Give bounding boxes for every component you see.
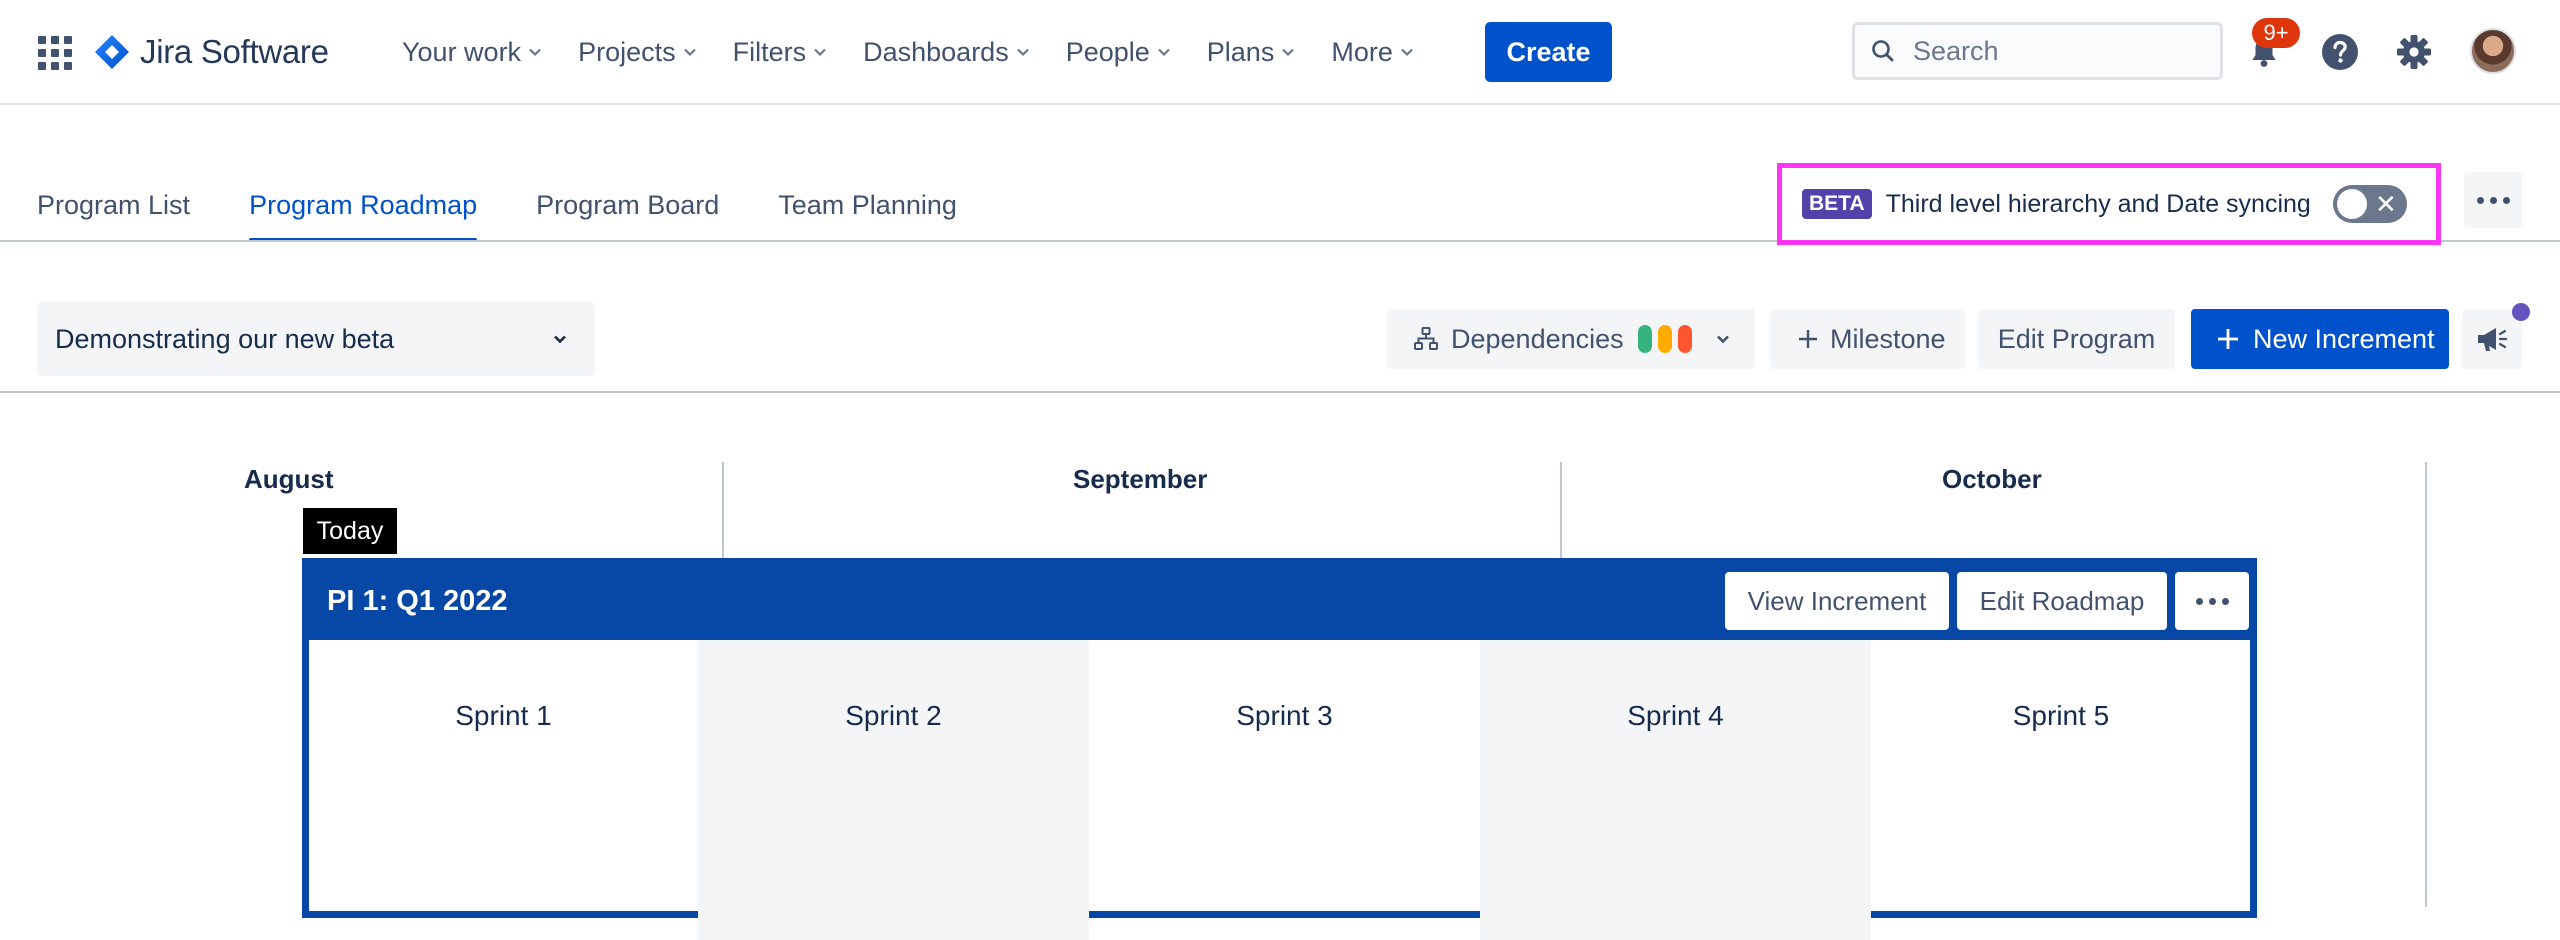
program-increment: Sprint 1 Sprint 2 Sprint 3 Sprint 4 Spri… bbox=[302, 558, 2257, 940]
settings-button[interactable] bbox=[2392, 30, 2436, 74]
gear-icon bbox=[2397, 35, 2431, 69]
nav-label: Plans bbox=[1206, 36, 1275, 67]
month-october: October bbox=[1942, 464, 2042, 494]
sprint-label: Sprint 4 bbox=[1627, 700, 1724, 731]
program-selector[interactable]: Demonstrating our new beta bbox=[37, 302, 595, 376]
sprint-column: Sprint 1 bbox=[309, 640, 698, 940]
beta-feature-label: Third level hierarchy and Date syncing bbox=[1885, 189, 2311, 218]
plus-icon bbox=[1799, 330, 1817, 348]
product-name: Jira Software bbox=[140, 33, 329, 70]
month-august: August bbox=[244, 464, 334, 494]
nav-people[interactable]: People bbox=[1066, 37, 1171, 68]
edit-program-button[interactable]: Edit Program bbox=[1978, 309, 2175, 369]
toggle-knob bbox=[2336, 189, 2367, 219]
dependencies-button[interactable]: Dependencies bbox=[1387, 309, 1755, 369]
primary-nav: Your work Projects Filters Dashboards Pe… bbox=[402, 30, 1450, 74]
sprint-column: Sprint 2 bbox=[698, 640, 1089, 940]
beta-feature-highlight: BETA Third level hierarchy and Date sync… bbox=[1777, 163, 2441, 245]
nav-label: Filters bbox=[732, 36, 807, 67]
chevron-down-icon bbox=[1016, 48, 1029, 57]
announcement-unread-dot bbox=[2512, 303, 2530, 321]
top-navigation: Jira Software Your work Projects Filters… bbox=[0, 0, 2560, 105]
increment-more-button[interactable] bbox=[2175, 572, 2249, 630]
tab-program-board[interactable]: Program Board bbox=[536, 190, 719, 242]
milestone-label: Milestone bbox=[1830, 323, 1946, 354]
nav-label: More bbox=[1331, 36, 1393, 67]
month-september: September bbox=[1073, 464, 1208, 494]
increment-title: PI 1: Q1 2022 bbox=[327, 585, 508, 617]
nav-label: Projects bbox=[578, 36, 676, 67]
announcements-button[interactable] bbox=[2462, 309, 2522, 369]
help-button[interactable] bbox=[2318, 30, 2362, 74]
sprint-label: Sprint 3 bbox=[1236, 700, 1333, 731]
megaphone-icon bbox=[2478, 328, 2508, 351]
search-icon bbox=[1872, 40, 1894, 62]
sprint-label: Sprint 1 bbox=[455, 700, 552, 731]
user-avatar[interactable] bbox=[2470, 28, 2516, 74]
nav-plans[interactable]: Plans bbox=[1207, 37, 1296, 68]
nav-dashboards[interactable]: Dashboards bbox=[863, 37, 1030, 68]
sprint-label: Sprint 2 bbox=[845, 700, 942, 731]
chevron-down-icon bbox=[1282, 48, 1295, 57]
toggle-off-icon: ✕ bbox=[2375, 189, 2397, 219]
program-tabs: Program List Program Roadmap Program Boa… bbox=[37, 190, 1016, 242]
nav-label: Your work bbox=[402, 36, 522, 67]
sprint-column: Sprint 4 bbox=[1480, 640, 1871, 940]
chevron-down-icon bbox=[1401, 48, 1413, 57]
chevron-down-icon bbox=[814, 48, 826, 57]
new-increment-label: New Increment bbox=[2253, 323, 2435, 354]
sprint-column: Sprint 3 bbox=[1089, 640, 1480, 940]
chevron-down-icon bbox=[529, 48, 541, 57]
tab-team-planning[interactable]: Team Planning bbox=[778, 190, 957, 242]
plus-icon bbox=[2218, 329, 2238, 349]
jira-logo-icon bbox=[95, 35, 129, 69]
chevron-down-icon bbox=[554, 335, 566, 344]
tab-program-roadmap[interactable]: Program Roadmap bbox=[249, 190, 478, 242]
new-increment-button[interactable]: New Increment bbox=[2191, 309, 2449, 369]
notification-count-badge: 9+ bbox=[2252, 18, 2300, 48]
dependency-pill-red bbox=[1677, 325, 1692, 353]
dependency-pill-green bbox=[1637, 325, 1652, 353]
dependency-pill-amber bbox=[1657, 325, 1672, 353]
today-marker: Today bbox=[303, 508, 397, 554]
nav-more[interactable]: More bbox=[1331, 37, 1414, 68]
program-selected-value: Demonstrating our new beta bbox=[55, 323, 395, 354]
month-divider bbox=[2425, 462, 2427, 907]
toolbar-divider bbox=[0, 391, 2560, 393]
search-input[interactable] bbox=[1911, 34, 2191, 68]
nav-filters[interactable]: Filters bbox=[733, 37, 828, 68]
help-icon bbox=[2322, 34, 2358, 70]
nav-label: People bbox=[1065, 36, 1150, 67]
sprint-label: Sprint 5 bbox=[2012, 700, 2110, 731]
hierarchy-icon bbox=[1414, 327, 1438, 350]
beta-feature-toggle[interactable]: ✕ bbox=[2332, 185, 2407, 223]
nav-projects[interactable]: Projects bbox=[578, 37, 697, 68]
chevron-down-icon bbox=[683, 48, 696, 57]
nav-your-work[interactable]: Your work bbox=[402, 37, 542, 68]
chevron-down-icon bbox=[1716, 335, 1729, 344]
increment-header: PI 1: Q1 2022 View Increment Edit Roadma… bbox=[309, 565, 2250, 640]
create-button[interactable]: Create bbox=[1485, 22, 1612, 82]
sprint-column: Sprint 5 bbox=[1871, 640, 2251, 940]
more-dots-icon bbox=[2476, 196, 2510, 204]
edit-roadmap-button[interactable]: Edit Roadmap bbox=[1957, 572, 2167, 630]
add-milestone-button[interactable]: Milestone bbox=[1770, 309, 1965, 369]
app-switcher-icon[interactable] bbox=[38, 36, 72, 70]
jira-logo[interactable]: Jira Software bbox=[94, 30, 329, 74]
more-actions-button[interactable] bbox=[2464, 172, 2522, 228]
chevron-down-icon bbox=[1158, 48, 1170, 57]
dependencies-label: Dependencies bbox=[1451, 323, 1624, 354]
beta-badge: BETA bbox=[1802, 189, 1872, 219]
view-increment-button[interactable]: View Increment bbox=[1725, 572, 1949, 630]
nav-label: Dashboards bbox=[863, 36, 1009, 67]
search-box[interactable] bbox=[1852, 22, 2223, 80]
tab-program-list[interactable]: Program List bbox=[37, 190, 190, 242]
dependency-status-pills bbox=[1632, 325, 1692, 353]
more-dots-icon bbox=[2195, 597, 2229, 605]
